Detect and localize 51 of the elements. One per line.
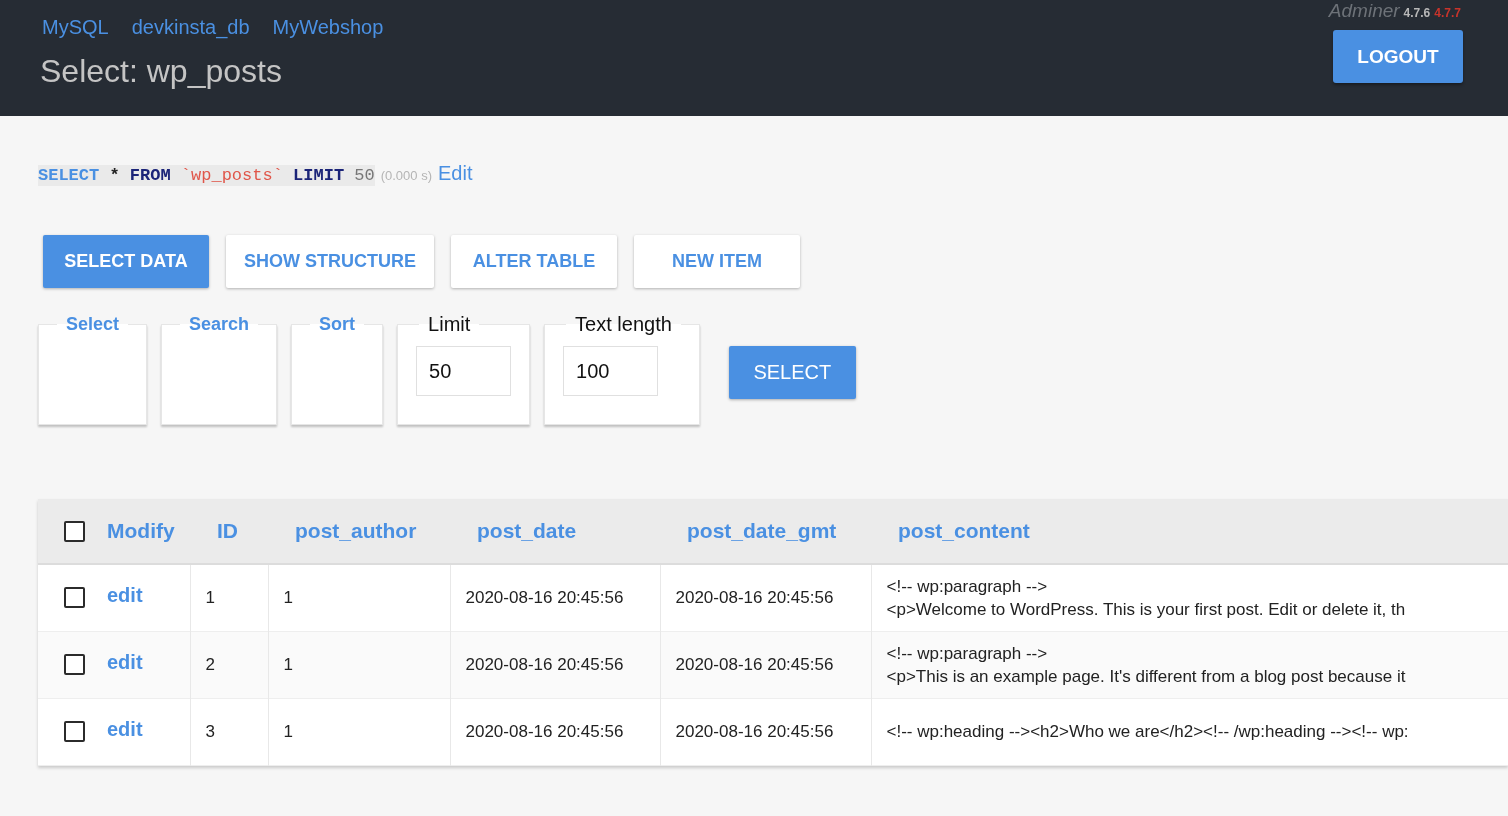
action-tab[interactable]: ALTER TABLE (451, 235, 617, 288)
table-cell: 2020-08-16 20:45:56 (660, 631, 871, 698)
input-field[interactable]: 50 (416, 346, 512, 396)
select-button[interactable]: SELECT (728, 346, 856, 399)
panel-toggle-link[interactable]: Select (57, 312, 129, 336)
new-version-link[interactable]: 4.7.7 (1434, 6, 1461, 20)
breadcrumb-link[interactable]: MyWebshop (272, 14, 384, 40)
checkbox[interactable] (64, 721, 85, 742)
table-cell: 1 (190, 564, 268, 631)
column-heading[interactable]: post_content (898, 519, 1030, 542)
panel-label: Text length (574, 312, 673, 336)
edit-query-link[interactable]: Edit (438, 162, 473, 185)
input-field[interactable]: 100 (563, 346, 659, 396)
action-tab[interactable]: SELECT DATA (43, 235, 209, 288)
app-name: Adminer (1328, 0, 1400, 22)
version-label: 4.7.6 (1403, 6, 1431, 20)
table-cell: 3 (190, 698, 268, 765)
table-cell: <!-- wp:paragraph --> <p>This is an example page. It's different from a blog post because it (871, 631, 1508, 698)
table-cell: 2020-08-16 20:45:56 (450, 698, 660, 765)
table-cell: 2020-08-16 20:45:56 (660, 564, 871, 631)
column-heading[interactable]: ID (217, 519, 238, 542)
checkbox[interactable] (64, 654, 85, 675)
edit-link[interactable]: edit (107, 718, 143, 741)
action-tab[interactable]: SHOW STRUCTURE (226, 235, 434, 288)
column-heading[interactable]: Modify (107, 519, 175, 543)
logout-button[interactable]: LOGOUT (1333, 30, 1463, 83)
sql-query: SELECT * FROM `wp_posts` LIMIT 50 (38, 165, 375, 186)
checkbox[interactable] (64, 587, 85, 609)
panel-label: Limit (427, 312, 472, 336)
query-time: (0.000 s) (380, 168, 432, 183)
table-cell: <!-- wp:paragraph --> <p>Welcome to WordPress. This is your first post. Edit or delete it, th (871, 564, 1508, 631)
column-heading[interactable]: post_author (295, 519, 417, 542)
panel-toggle-link[interactable]: Search (180, 312, 259, 336)
table-cell: 2020-08-16 20:45:56 (450, 564, 660, 631)
table-cell: 1 (268, 631, 450, 698)
breadcrumb-link[interactable]: devkinsta_db (131, 14, 250, 40)
column-heading[interactable]: post_date (477, 519, 577, 542)
edit-link[interactable]: edit (107, 651, 143, 674)
table-cell: 1 (268, 564, 450, 631)
table-cell: <!-- wp:heading --><h2>Who we are</h2><!-- /wp:heading --><!-- wp: (871, 698, 1508, 765)
edit-link[interactable]: edit (107, 584, 143, 608)
table-cell: 1 (268, 698, 450, 765)
table-cell: 2 (190, 631, 268, 698)
action-tab[interactable]: NEW ITEM (634, 235, 800, 288)
breadcrumb-link[interactable]: MySQL (42, 14, 109, 40)
table-cell: 2020-08-16 20:45:56 (450, 631, 660, 698)
panel-toggle-link[interactable]: Sort (310, 312, 365, 336)
checkbox[interactable] (64, 520, 85, 542)
page-title: Select: wp_posts (40, 52, 283, 91)
column-heading[interactable]: post_date_gmt (687, 519, 837, 542)
table-cell: 2020-08-16 20:45:56 (660, 698, 871, 765)
